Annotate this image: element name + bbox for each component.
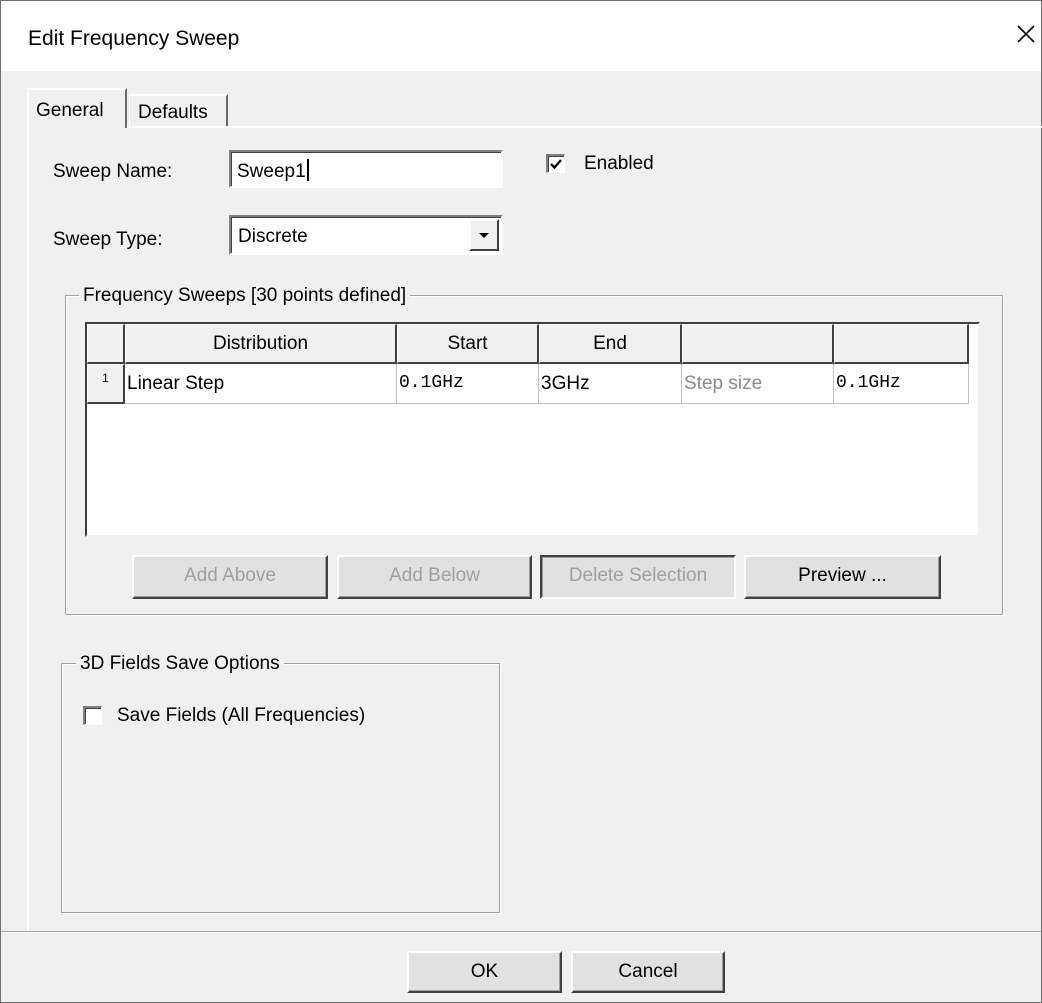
row-header[interactable]: 1 <box>87 364 125 404</box>
column-header-start[interactable]: Start <box>397 324 539 364</box>
column-header-distribution[interactable]: Distribution <box>125 324 397 364</box>
sweep-type-label: Sweep Type: <box>53 229 163 250</box>
sweep-name-label: Sweep Name: <box>53 161 173 182</box>
fields-save-options-title: 3D Fields Save Options <box>76 653 284 675</box>
grid-corner-header <box>87 324 125 364</box>
sweep-name-value: Sweep1 <box>237 161 306 182</box>
cell-param-label: Step size <box>682 364 834 404</box>
tab-defaults-label: Defaults <box>138 102 208 123</box>
cancel-button[interactable]: Cancel <box>571 951 725 993</box>
save-fields-label: Save Fields (All Frequencies) <box>117 705 366 726</box>
column-header-end[interactable]: End <box>539 324 682 364</box>
close-icon[interactable] <box>1009 17 1042 51</box>
sweep-name-input[interactable]: Sweep1 <box>229 150 503 188</box>
save-fields-checkbox[interactable] <box>83 706 102 725</box>
add-above-button[interactable]: Add Above <box>132 555 328 599</box>
frequency-sweeps-grid[interactable]: Distribution Start End 1 Linear Step 0.1… <box>85 322 980 537</box>
footer-separator <box>1 931 1041 933</box>
sweep-type-select[interactable]: Discrete <box>229 215 503 255</box>
add-below-button[interactable]: Add Below <box>337 555 532 599</box>
enabled-label: Enabled <box>584 153 654 174</box>
tab-defaults[interactable]: Defaults <box>129 94 228 126</box>
ok-button[interactable]: OK <box>407 951 562 993</box>
cell-end[interactable]: 3GHz <box>539 364 682 404</box>
check-icon <box>550 159 562 170</box>
delete-selection-button[interactable]: Delete Selection <box>540 555 736 599</box>
fields-save-options-group <box>61 663 500 913</box>
dialog-window: Edit Frequency Sweep General Defaults Sw… <box>0 0 1042 1003</box>
text-caret <box>306 159 309 181</box>
cell-param-value[interactable]: 0.1GHz <box>834 364 969 404</box>
frequency-sweeps-title: Frequency Sweeps [30 points defined] <box>79 285 411 307</box>
dropdown-button[interactable] <box>469 219 499 251</box>
window-title: Edit Frequency Sweep <box>28 27 240 50</box>
enabled-checkbox[interactable] <box>546 154 565 173</box>
cell-start[interactable]: 0.1GHz <box>397 364 539 404</box>
column-header-param-label[interactable] <box>682 324 834 364</box>
tab-general-label: General <box>36 100 104 121</box>
tab-general[interactable]: General <box>27 88 127 128</box>
sweep-type-value: Discrete <box>238 226 308 247</box>
cell-distribution[interactable]: Linear Step <box>125 364 397 404</box>
preview-button[interactable]: Preview ... <box>744 555 941 599</box>
chevron-down-icon <box>479 233 489 238</box>
column-header-param-value[interactable] <box>834 324 969 364</box>
title-bar: Edit Frequency Sweep <box>1 1 1041 71</box>
